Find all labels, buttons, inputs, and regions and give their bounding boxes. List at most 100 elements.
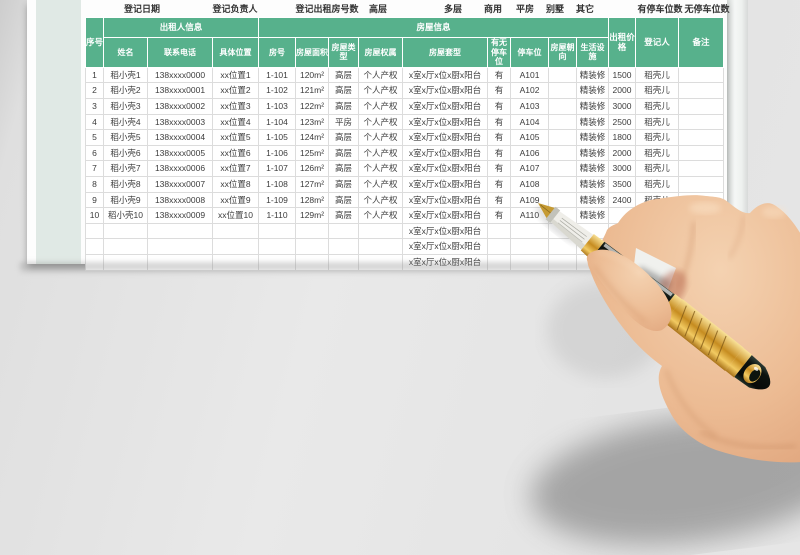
cell-orientation	[548, 113, 578, 131]
table-row: 4 稻小壳4 138xxxx0003 xx位置4 1-104 123m² 平房 个人产权 x室x…	[85, 113, 725, 131]
pen-end-gloss	[753, 366, 759, 371]
cell-layout: x室x厅x位x厨x阳台	[402, 222, 489, 240]
cell-price: 2500	[608, 113, 637, 131]
header-parking-no: 停车位	[510, 37, 550, 68]
label-villa: 别墅	[545, 4, 565, 14]
cell-phone: 138xxxx0002	[147, 97, 213, 115]
cell-facilities: 精装修	[576, 144, 610, 162]
cell-notes	[678, 66, 725, 84]
cell-room_no: 1-105	[258, 129, 297, 146]
cell-layout: x室x厅x位x厨x阳台	[402, 238, 489, 255]
cell-room_no: 1-106	[258, 144, 297, 162]
cell-name: 稻小壳10	[103, 207, 148, 224]
cell-ownership: 个人产权	[358, 82, 404, 99]
cell-location: xx位置2	[211, 82, 260, 99]
cell-location: xx位置4	[211, 113, 260, 131]
cell-registrant: 稻壳儿	[635, 66, 680, 84]
cell-phone: 138xxxx0007	[147, 175, 213, 193]
cell-name: 稻小壳1	[103, 66, 148, 84]
cell-name: 稻小壳2	[103, 82, 148, 99]
cell-facilities: 精装修	[576, 82, 610, 99]
cell-layout: x室x厅x位x厨x阳台	[402, 82, 489, 99]
cell-house_type: 高层	[328, 129, 360, 146]
cell-house_type: 平房	[328, 113, 360, 131]
cell-registrant	[635, 207, 680, 224]
cell-ownership: 个人产权	[358, 191, 404, 209]
header-notes: 备注	[678, 17, 725, 68]
cell-seq: 5	[85, 129, 104, 146]
header-house-info: 房屋信息	[258, 17, 610, 38]
cell-price: 3000	[608, 97, 637, 115]
cell-house_type: 高层	[328, 191, 360, 209]
label-multistory: 多层	[443, 4, 463, 14]
cell-area	[295, 222, 330, 240]
cell-name: 稻小壳3	[103, 97, 148, 115]
cell-price: 2400	[608, 191, 637, 209]
hand-shadow-soft	[547, 282, 663, 378]
cell-facilities: 精装修	[576, 207, 610, 224]
cell-registrant: 稻壳儿	[635, 129, 680, 146]
cell-area: 122m²	[295, 97, 330, 115]
cell-has_parking: 有	[487, 129, 512, 146]
cell-house_type	[328, 238, 360, 255]
cell-layout: x室x厅x位x厨x阳台	[402, 144, 489, 162]
cell-price	[608, 207, 637, 224]
table-row: x室x厅x位x厨x阳台	[85, 238, 725, 255]
table-row: 10 稻小壳10 138xxxx0009 xx位置10 1-110 129m² 高层 个人产权…	[85, 207, 725, 224]
cell-has_parking: 有	[487, 113, 512, 131]
header-area: 房屋面积	[295, 37, 330, 68]
cell-registrant: 稻壳儿	[635, 144, 680, 162]
pen-end-cap	[734, 355, 771, 390]
cell-notes	[678, 160, 725, 177]
cell-has_parking: 有	[487, 175, 512, 193]
label-with-parking-count: 有停车位数	[637, 4, 683, 14]
cell-layout: x室x厅x位x厨x阳台	[402, 207, 489, 224]
cell-room_no	[258, 238, 297, 255]
cell-orientation	[548, 222, 578, 240]
label-register-date: 登记日期	[123, 4, 161, 14]
cell-parking_no: A107	[510, 160, 550, 177]
cell-location: xx位置1	[211, 66, 260, 84]
header-registrant: 登记人	[635, 17, 680, 68]
cell-notes	[678, 175, 725, 193]
cell-facilities: 精装修	[576, 191, 610, 209]
label-other: 其它	[575, 4, 595, 14]
cell-notes	[678, 207, 725, 224]
table-row: 3 稻小壳3 138xxxx0002 xx位置3 1-103 122m² 高层 个人产权 x室x…	[85, 97, 725, 115]
cell-has_parking: 有	[487, 207, 512, 224]
table-row: 9 稻小壳9 138xxxx0008 xx位置9 1-109 128m² 高层 个人产权 x室x…	[85, 191, 725, 209]
header-renter-info: 出租人信息	[102, 17, 260, 38]
cell-name: 稻小壳9	[103, 191, 148, 209]
cell-seq: 8	[85, 175, 104, 193]
cell-seq: 4	[85, 113, 104, 131]
cell-phone: 138xxxx0003	[147, 113, 213, 131]
cell-room_no	[258, 222, 297, 240]
cell-area: 120m²	[295, 66, 330, 84]
header-has-parking: 有无停车位	[487, 37, 512, 68]
cell-orientation	[548, 160, 578, 177]
header-price: 出租价格	[608, 17, 637, 68]
cell-seq: 9	[85, 191, 104, 209]
cell-area: 125m²	[295, 144, 330, 162]
cell-phone: 138xxxx0000	[147, 66, 213, 84]
cell-ownership	[358, 238, 404, 255]
cell-notes	[678, 144, 725, 162]
spreadsheet-paper: 登记日期 登记负责人 登记出租房号数 高层 多层 商用 平房 别墅 其它 有停车…	[27, 0, 730, 271]
rental-registry-table: 序号 出租人信息 房屋信息 出租价格 登记人 备注 姓名 联系电话 具体位置 房…	[85, 17, 725, 271]
cell-facilities: 精装修	[576, 97, 610, 115]
cell-registrant: 稻壳儿	[635, 160, 680, 177]
cell-location: xx位置8	[211, 175, 260, 193]
cell-house_type: 高层	[328, 97, 360, 115]
cell-notes	[678, 222, 725, 240]
pen-band-engraving	[676, 305, 727, 362]
cell-has_parking	[487, 222, 512, 240]
label-rental-room-count: 登记出租房号数	[295, 4, 359, 14]
header-location: 具体位置	[211, 37, 260, 68]
cell-seq: 10	[85, 207, 104, 224]
cell-layout: x室x厅x位x厨x阳台	[402, 191, 489, 209]
cell-has_parking: 有	[487, 191, 512, 209]
table-row: 6 稻小壳6 138xxxx0005 xx位置6 1-106 125m² 高层 个人产权 x室x…	[85, 144, 725, 162]
cell-price	[608, 238, 637, 255]
header-name: 姓名	[103, 37, 148, 68]
cell-layout: x室x厅x位x厨x阳台	[402, 129, 489, 146]
